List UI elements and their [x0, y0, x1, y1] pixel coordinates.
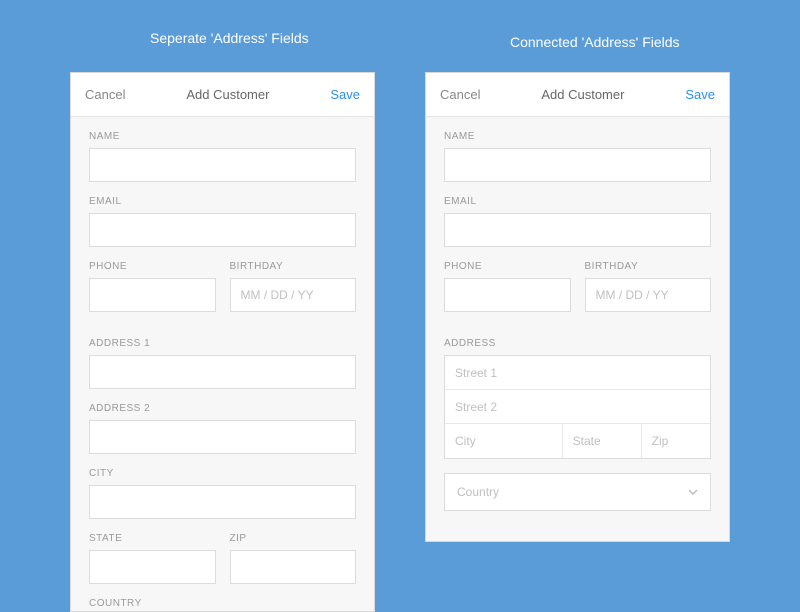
address1-label: ADDRESS 1 [89, 338, 356, 349]
phone-label: PHONE [89, 261, 216, 272]
name-input[interactable] [89, 148, 356, 182]
cancel-button[interactable]: Cancel [440, 87, 480, 102]
country-select[interactable]: Country [444, 473, 711, 511]
birthday-input[interactable] [230, 278, 357, 312]
email-label: EMAIL [444, 196, 711, 207]
save-button[interactable]: Save [685, 87, 715, 102]
save-button[interactable]: Save [330, 87, 360, 102]
header-title: Add Customer [541, 87, 624, 102]
name-label: NAME [89, 131, 356, 142]
chevron-down-icon [688, 487, 698, 497]
zip-input[interactable] [642, 424, 710, 458]
email-input[interactable] [444, 213, 711, 247]
email-input[interactable] [89, 213, 356, 247]
birthday-input[interactable] [585, 278, 712, 312]
birthday-label: BIRTHDAY [585, 261, 712, 272]
variant-title-connected: Connected 'Address' Fields [510, 34, 680, 50]
street1-input[interactable] [445, 356, 710, 390]
card-body: NAME EMAIL PHONE BIRTHDAY ADDRESS 1 ADDR… [71, 117, 374, 609]
birthday-label: BIRTHDAY [230, 261, 357, 272]
variant-title-separate: Seperate 'Address' Fields [150, 30, 309, 46]
state-label: STATE [89, 533, 216, 544]
zip-label: ZIP [230, 533, 357, 544]
address2-label: ADDRESS 2 [89, 403, 356, 414]
name-label: NAME [444, 131, 711, 142]
street2-input[interactable] [445, 390, 710, 424]
card-separate-address: Cancel Add Customer Save NAME EMAIL PHON… [70, 72, 375, 612]
state-input[interactable] [89, 550, 216, 584]
header-title: Add Customer [186, 87, 269, 102]
card-body: NAME EMAIL PHONE BIRTHDAY ADDRESS [426, 117, 729, 511]
email-label: EMAIL [89, 196, 356, 207]
cancel-button[interactable]: Cancel [85, 87, 125, 102]
phone-input[interactable] [89, 278, 216, 312]
zip-input[interactable] [230, 550, 357, 584]
phone-label: PHONE [444, 261, 571, 272]
address-label: ADDRESS [444, 338, 711, 349]
city-input[interactable] [445, 424, 563, 458]
address2-input[interactable] [89, 420, 356, 454]
name-input[interactable] [444, 148, 711, 182]
country-placeholder: Country [457, 485, 499, 499]
city-label: CITY [89, 468, 356, 479]
address-block [444, 355, 711, 459]
card-header: Cancel Add Customer Save [71, 73, 374, 117]
phone-input[interactable] [444, 278, 571, 312]
state-input[interactable] [563, 424, 642, 458]
address1-input[interactable] [89, 355, 356, 389]
city-input[interactable] [89, 485, 356, 519]
card-connected-address: Cancel Add Customer Save NAME EMAIL PHON… [425, 72, 730, 542]
card-header: Cancel Add Customer Save [426, 73, 729, 117]
